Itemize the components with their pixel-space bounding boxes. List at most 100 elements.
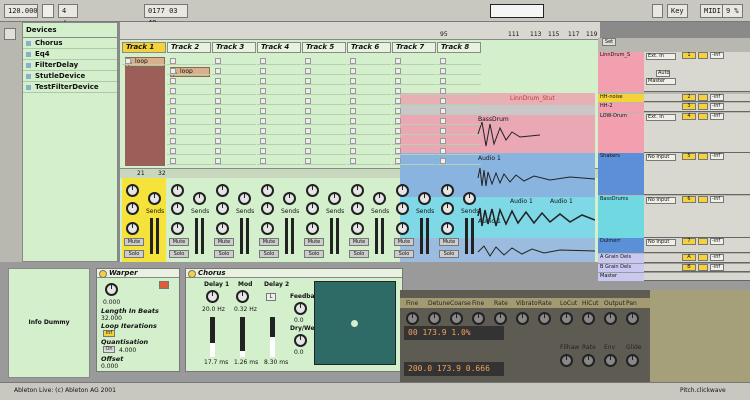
pan-knob[interactable] — [126, 222, 139, 235]
send-knob[interactable] — [328, 192, 341, 205]
clip-slot[interactable] — [257, 106, 301, 115]
volume-readout[interactable]: -inf — [710, 52, 724, 59]
send-b-knob[interactable] — [306, 202, 319, 215]
send-b-knob[interactable] — [216, 202, 229, 215]
send-knob[interactable] — [238, 192, 251, 205]
clip-slot[interactable] — [257, 56, 301, 65]
track-number[interactable]: 3 — [682, 103, 696, 110]
clip-slot[interactable] — [392, 96, 436, 105]
clip-slot[interactable] — [437, 156, 481, 165]
volume-readout[interactable]: -inf — [710, 94, 724, 101]
browser-toggle-icon[interactable] — [4, 28, 16, 40]
synth-knob[interactable] — [538, 312, 551, 325]
length-value[interactable]: 32.000 — [101, 315, 122, 322]
synth-knob[interactable] — [582, 312, 595, 325]
volume-fader[interactable] — [420, 218, 423, 254]
clip-slot[interactable] — [302, 146, 346, 155]
track-header[interactable]: Track 7 — [392, 42, 436, 53]
volume-readout[interactable]: -inf — [710, 264, 724, 271]
volume-readout[interactable]: -inf — [710, 103, 724, 110]
clip-slot[interactable] — [212, 146, 256, 155]
clip-slot[interactable] — [212, 56, 256, 65]
mute-button[interactable]: Mute — [349, 238, 369, 246]
volume-readout[interactable]: -inf — [710, 196, 724, 203]
clip-slot[interactable] — [212, 76, 256, 85]
track-header[interactable]: Track 5 — [302, 42, 346, 53]
track-name[interactable]: LinnDrum_S — [598, 52, 644, 92]
clip-slot[interactable] — [347, 136, 391, 145]
solo-toggle[interactable] — [698, 196, 708, 203]
clip-slot[interactable] — [437, 96, 481, 105]
synth-knob[interactable] — [604, 354, 617, 367]
volume-readout[interactable]: -inf — [710, 238, 724, 245]
send-a-knob[interactable] — [261, 184, 274, 197]
clip-slot[interactable] — [167, 106, 211, 115]
track-header[interactable]: Track 3 — [212, 42, 256, 53]
track-name[interactable]: BassDrums — [598, 196, 644, 238]
clip-slot[interactable] — [212, 156, 256, 165]
clip-slot[interactable] — [302, 96, 346, 105]
quantisation-toggle[interactable]: On — [103, 346, 115, 353]
synth-knob[interactable] — [406, 312, 419, 325]
clip-slot[interactable] — [392, 126, 436, 135]
send-b-knob[interactable] — [171, 202, 184, 215]
solo-button[interactable]: Solo — [124, 250, 144, 258]
volume-fader[interactable] — [375, 218, 378, 254]
feedback-knob[interactable] — [294, 302, 307, 315]
synth-knob[interactable] — [428, 312, 441, 325]
clip-slot[interactable] — [257, 156, 301, 165]
quantisation-value[interactable]: 4.000 — [119, 347, 136, 354]
volume-readout[interactable]: -inf — [710, 153, 724, 160]
device-item[interactable]: Chorus — [23, 38, 117, 49]
pan-knob[interactable] — [261, 222, 274, 235]
clip-slot[interactable] — [257, 96, 301, 105]
synth-knob[interactable] — [560, 312, 573, 325]
pan-knob[interactable] — [396, 222, 409, 235]
send-a-knob[interactable] — [126, 184, 139, 197]
clip-slot[interactable] — [212, 116, 256, 125]
track-number[interactable]: B — [682, 264, 696, 271]
volume-fader[interactable] — [150, 218, 153, 254]
clip-slot[interactable] — [392, 106, 436, 115]
track-number[interactable]: 5 — [682, 153, 696, 160]
send-knob[interactable] — [283, 192, 296, 205]
clip-slot[interactable] — [347, 146, 391, 155]
synth-knob[interactable] — [604, 312, 617, 325]
solo-toggle[interactable] — [698, 52, 708, 59]
tempo-field[interactable]: 120.000 — [4, 4, 38, 18]
monitor-auto[interactable]: Auto — [656, 70, 670, 77]
device-item[interactable]: Eq4 — [23, 49, 117, 60]
track-name[interactable]: A Grain Dels — [598, 254, 644, 263]
loop-iterations-value[interactable]: inf — [103, 330, 115, 337]
clip-slot[interactable] — [392, 56, 436, 65]
solo-button[interactable]: Solo — [394, 250, 414, 258]
timeline-ruler[interactable]: 95 111 113 115 117 119 — [120, 22, 600, 40]
send-a-knob[interactable] — [216, 184, 229, 197]
clip-slot[interactable] — [347, 156, 391, 165]
delay1-knob[interactable] — [206, 290, 219, 303]
arrangement-track-row[interactable]: A Grain Dels A -inf — [598, 254, 750, 263]
volume-fader[interactable] — [330, 218, 333, 254]
clip-slot[interactable] — [347, 86, 391, 95]
track-header[interactable]: Track 8 — [437, 42, 481, 53]
solo-toggle[interactable] — [698, 153, 708, 160]
clip-slot[interactable] — [167, 116, 211, 125]
send-a-knob[interactable] — [396, 184, 409, 197]
arrangement-track-row[interactable]: LOW-Drum Ext. In 4 -inf — [598, 113, 750, 153]
key-map-button[interactable]: Key — [667, 4, 688, 18]
clip-slot[interactable] — [302, 156, 346, 165]
send-a-knob[interactable] — [351, 184, 364, 197]
tap-button[interactable] — [42, 4, 54, 18]
clip-slot[interactable] — [122, 56, 166, 65]
clip-slot[interactable] — [392, 86, 436, 95]
clip-slot[interactable] — [257, 86, 301, 95]
loop-switch[interactable] — [652, 4, 663, 18]
track-header[interactable]: Track 6 — [347, 42, 391, 53]
volume-readout[interactable]: -inf — [710, 113, 724, 120]
solo-toggle[interactable] — [698, 254, 708, 261]
clip-slot[interactable] — [347, 56, 391, 65]
send-b-knob[interactable] — [261, 202, 274, 215]
clip-slot[interactable] — [167, 56, 211, 65]
input-select[interactable]: Ext. In — [646, 53, 676, 60]
clip-slot[interactable] — [347, 96, 391, 105]
